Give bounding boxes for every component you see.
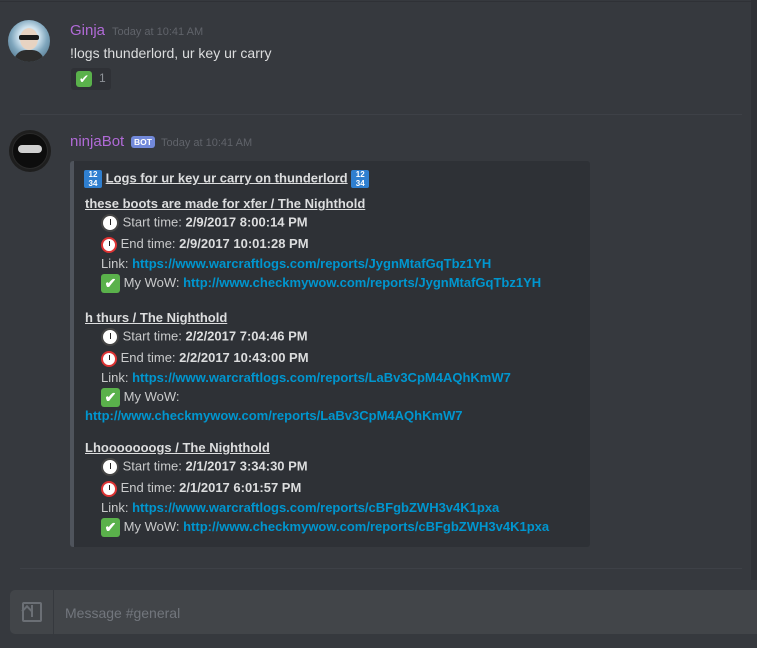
input-numbers-icon: 12 34	[351, 170, 370, 188]
scrollbar[interactable]	[751, 0, 757, 580]
link-row: Link: https://www.warcraftlogs.com/repor…	[101, 500, 500, 515]
embed-title[interactable]: Logs for ur key ur carry on thunderlord	[106, 170, 348, 185]
mywow-link-wrapped: http://www.checkmywow.com/reports/LaBv3C…	[85, 408, 463, 423]
message-text: !logs thunderlord, ur key ur carry	[70, 45, 272, 61]
clock-icon	[101, 328, 119, 346]
upload-button[interactable]	[10, 590, 54, 634]
entry-heading: these boots are made for xfer / The Nigh…	[85, 196, 366, 211]
checkmywow-link[interactable]: http://www.checkmywow.com/reports/JygnMt…	[183, 275, 541, 290]
check-mark-icon: ✔	[101, 518, 120, 537]
clock-icon	[101, 458, 119, 476]
avatar-ginja[interactable]	[8, 20, 50, 62]
mywow-row: ✔ My WoW: http://www.checkmywow.com/repo…	[101, 518, 549, 537]
check-mark-icon: ✔	[101, 274, 120, 293]
checkmywow-link[interactable]: http://www.checkmywow.com/reports/LaBv3C…	[85, 408, 463, 423]
clock-icon	[101, 214, 119, 232]
bot-badge: BOT	[131, 136, 155, 148]
end-time-row: End time: 2/2/2017 10:43:00 PM	[101, 350, 309, 367]
end-time-row: End time: 2/1/2017 6:01:57 PM	[101, 480, 301, 497]
reaction-button[interactable]: ✔ 1	[71, 68, 111, 90]
alarm-clock-icon	[101, 480, 117, 497]
composer-divider	[20, 568, 742, 569]
warcraftlogs-link[interactable]: https://www.warcraftlogs.com/reports/cBF…	[132, 500, 499, 515]
start-time-row: Start time: 2/2/2017 7:04:46 PM	[101, 328, 308, 346]
input-numbers-icon: 12 34	[84, 170, 102, 188]
message-timestamp: Today at 10:41 AM	[161, 137, 253, 149]
mywow-row: ✔ My WoW:	[101, 388, 179, 407]
top-divider	[0, 1, 757, 2]
message-timestamp: Today at 10:41 AM	[112, 26, 204, 38]
alarm-clock-icon	[101, 350, 117, 367]
alarm-clock-icon	[101, 236, 117, 253]
check-mark-icon: ✔	[76, 71, 92, 87]
entry-heading: Lhooooooogs / The Nighthold	[85, 440, 270, 455]
check-mark-icon: ✔	[101, 388, 120, 407]
link-row: Link: https://www.warcraftlogs.com/repor…	[101, 256, 492, 271]
username-ginja[interactable]: Ginja	[70, 22, 105, 39]
end-time-row: End time: 2/9/2017 10:01:28 PM	[101, 236, 309, 253]
username-ninjabot[interactable]: ninjaBot	[70, 133, 124, 150]
warcraftlogs-link[interactable]: https://www.warcraftlogs.com/reports/LaB…	[132, 370, 511, 385]
embed-title-row: 12 34 Logs for ur key ur carry on thunder…	[84, 170, 370, 188]
checkmywow-link[interactable]: http://www.checkmywow.com/reports/cBFgbZ…	[183, 519, 549, 534]
avatar-ninjabot[interactable]	[9, 130, 51, 172]
start-time-row: Start time: 2/9/2017 8:00:14 PM	[101, 214, 308, 232]
warcraftlogs-link[interactable]: https://www.warcraftlogs.com/reports/Jyg…	[132, 256, 491, 271]
reaction-count: 1	[99, 71, 106, 85]
mywow-row: ✔ My WoW: http://www.checkmywow.com/repo…	[101, 274, 541, 293]
message-input[interactable]	[63, 602, 747, 624]
entry-heading: h thurs / The Nighthold	[85, 310, 228, 325]
message-divider	[20, 114, 742, 115]
message-composer	[10, 590, 757, 634]
link-row: Link: https://www.warcraftlogs.com/repor…	[101, 370, 511, 385]
embed: 12 34 Logs for ur key ur carry on thunder…	[70, 161, 590, 547]
start-time-row: Start time: 2/1/2017 3:34:30 PM	[101, 458, 308, 476]
